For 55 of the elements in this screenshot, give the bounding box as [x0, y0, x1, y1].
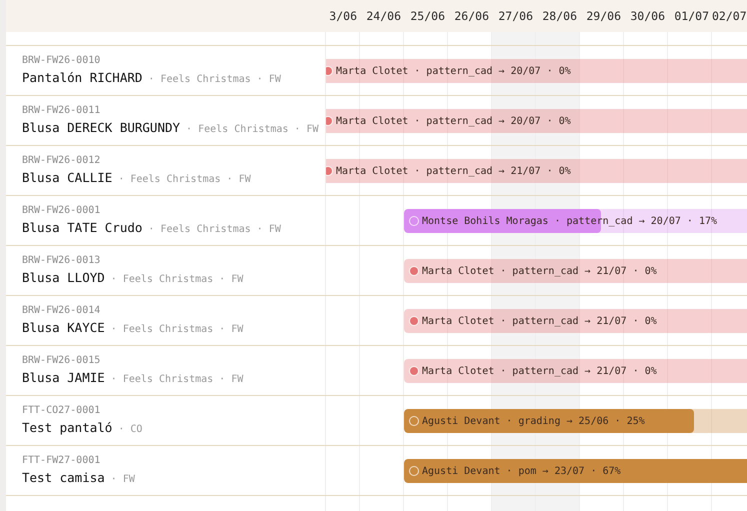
item-code: FTT-FW27-0001 — [22, 455, 100, 466]
item-code: BRW-FW26-0011 — [22, 105, 100, 116]
day-label: 01/07 — [673, 8, 710, 25]
task-bar[interactable]: Marta Clotet · pattern_cad → 20/07 · 0% — [326, 109, 747, 133]
task-label: Montse Bohils Moragas · pattern_cad → 20/07 · 17% — [422, 216, 718, 226]
day-label: 25/06 — [409, 8, 446, 25]
item-code: BRW-FW26-0014 — [22, 305, 100, 316]
item-code: BRW-FW26-0001 — [22, 205, 100, 216]
task-bar[interactable]: Agusti Devant · grading → 25/06 · 25% — [404, 409, 747, 433]
task-bar[interactable]: Agusti Devant · pom → 23/07 · 67% — [404, 459, 747, 483]
day-label: 29/06 — [585, 8, 622, 25]
task-bar[interactable]: Marta Clotet · pattern_cad → 21/07 · 0% — [326, 159, 747, 183]
task-label: Agusti Devant · pom → 23/07 · 67% — [422, 466, 621, 476]
item-meta: · FW — [110, 474, 135, 485]
item-title[interactable]: Test camisa — [22, 470, 105, 485]
day-label: 26/06 — [453, 8, 490, 25]
item-meta: · Feels Christmas · FW — [186, 124, 318, 135]
item-meta: · Feels Christmas · FW — [110, 374, 244, 385]
item-title[interactable]: Test pantaló — [22, 420, 112, 435]
day-label: 30/06 — [629, 8, 666, 25]
item-title[interactable]: Blusa JAMIE — [22, 370, 105, 385]
item-code: BRW-FW26-0015 — [22, 355, 100, 366]
day-label: 28/06 — [541, 8, 578, 25]
task-bar[interactable]: Marta Clotet · pattern_cad → 21/07 · 0% — [404, 259, 747, 283]
task-label: Marta Clotet · pattern_cad → 21/07 · 0% — [422, 266, 657, 276]
item-code: FTT-CO27-0001 — [22, 405, 100, 416]
task-bar[interactable]: Montse Bohils Moragas · pattern_cad → 20/07 · 17% — [404, 209, 747, 233]
day-label: 27/06 — [497, 8, 534, 25]
item-meta: · Feels Christmas · FW — [110, 274, 244, 285]
item-meta: · CO — [118, 424, 142, 435]
day-label: 3/06 — [328, 8, 358, 25]
item-title[interactable]: Pantalón RICHARD — [22, 70, 142, 85]
task-bar[interactable]: Marta Clotet · pattern_cad → 20/07 · 0% — [326, 59, 747, 83]
item-title[interactable]: Blusa KAYCE — [22, 320, 105, 335]
item-title[interactable]: Blusa TATE Crudo — [22, 220, 142, 235]
task-label: Marta Clotet · pattern_cad → 20/07 · 0% — [336, 66, 571, 76]
item-title[interactable]: Blusa CALLIE — [22, 170, 112, 185]
task-label: Agusti Devant · grading → 25/06 · 25% — [422, 416, 645, 426]
task-bar[interactable]: Marta Clotet · pattern_cad → 21/07 · 0% — [404, 309, 747, 333]
day-label: 24/06 — [365, 8, 402, 25]
item-meta: · Feels Christmas · FW — [148, 74, 281, 85]
item-title[interactable]: Blusa LLOYD — [22, 270, 105, 285]
day-label: 02/07 — [712, 8, 747, 25]
item-meta: · Feels Christmas · FW — [110, 324, 244, 335]
item-code: BRW-FW26-0012 — [22, 155, 100, 166]
item-title[interactable]: Blusa DERECK BURGUNDY — [22, 120, 180, 135]
task-label: Marta Clotet · pattern_cad → 21/07 · 0% — [336, 166, 571, 176]
task-bar[interactable]: Marta Clotet · pattern_cad → 21/07 · 0% — [404, 359, 747, 383]
item-meta: · Feels Christmas · FW — [118, 174, 251, 185]
item-code: BRW-FW26-0013 — [22, 255, 100, 266]
task-label: Marta Clotet · pattern_cad → 21/07 · 0% — [422, 366, 657, 376]
task-label: Marta Clotet · pattern_cad → 21/07 · 0% — [422, 316, 657, 326]
item-meta: · Feels Christmas · FW — [148, 224, 281, 235]
task-label: Marta Clotet · pattern_cad → 20/07 · 0% — [336, 116, 571, 126]
item-code: BRW-FW26-0010 — [22, 55, 100, 66]
